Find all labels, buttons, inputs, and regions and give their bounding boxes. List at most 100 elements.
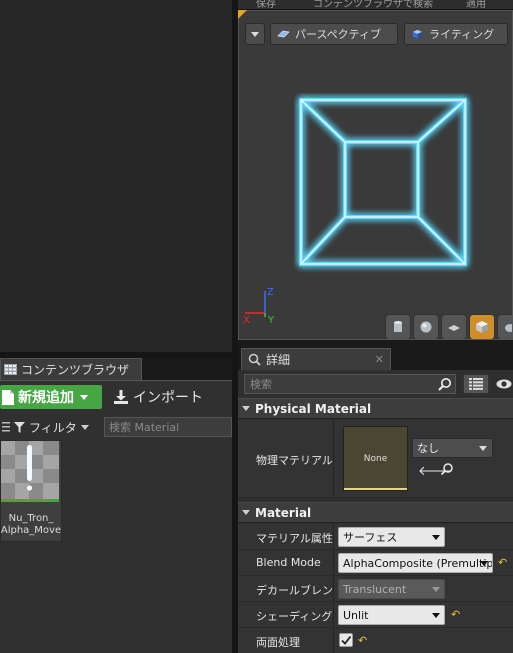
wireframe-cube-preview xyxy=(299,98,467,266)
shading-model-dropdown[interactable]: Unlit xyxy=(338,605,445,625)
preview-cube-button[interactable] xyxy=(469,314,495,339)
browse-search-icon[interactable] xyxy=(440,462,454,476)
grid-view-icon xyxy=(469,378,483,390)
sources-toggle-icon[interactable] xyxy=(2,421,10,433)
content-search-input[interactable]: 検索 Material xyxy=(104,417,232,437)
asset-name-line2: Alpha_Move xyxy=(0,525,62,536)
eye-icon xyxy=(496,379,511,389)
lit-cube-icon xyxy=(412,29,423,39)
reset-to-default-icon[interactable]: ↶ xyxy=(358,634,367,647)
preview-plane-button[interactable] xyxy=(441,314,467,339)
sphere-icon xyxy=(420,321,432,333)
import-label: インポート xyxy=(133,390,203,406)
perspective-icon xyxy=(277,30,290,38)
blend-mode-dropdown[interactable]: AlphaComposite (Premultipl xyxy=(338,553,493,573)
lighting-label: ライティング xyxy=(429,28,495,41)
chevron-down-icon xyxy=(432,535,440,540)
thumbnail-type-bar xyxy=(344,488,407,490)
perspective-label: パースペクティブ xyxy=(295,28,382,41)
new-file-icon xyxy=(2,389,14,405)
details-tab-label: 詳細 xyxy=(266,353,291,367)
physical-material-thumbnail[interactable]: None xyxy=(343,426,408,491)
editor-toolbar-strip: 保存 コンテンツブラウザで検索 適用 xyxy=(238,0,513,10)
import-button[interactable]: インポート xyxy=(108,385,232,409)
perspective-button[interactable]: パースペクティブ xyxy=(270,23,398,45)
close-icon[interactable]: ✕ xyxy=(375,353,384,366)
column-divider xyxy=(333,524,334,549)
toolbar-apply-label[interactable]: 適用 xyxy=(466,0,486,9)
section-material-title: Material xyxy=(255,505,312,520)
tab-content-browser[interactable]: コンテンツブラウザ xyxy=(0,358,142,380)
property-row-blend-mode: Blend Mode AlphaComposite (Premultipl ↶ xyxy=(238,550,513,576)
axis-x-label: X xyxy=(243,315,250,323)
details-search-input[interactable]: 検索 xyxy=(244,374,456,394)
two-sided-checkbox[interactable] xyxy=(339,633,353,647)
visibility-toggle[interactable] xyxy=(494,374,513,394)
toolbar-save-label[interactable]: 保存 xyxy=(256,0,276,9)
chevron-down-icon xyxy=(80,424,89,430)
cube-icon xyxy=(476,321,488,333)
filter-icon xyxy=(14,421,25,433)
asset-name: Nu_Tron_ Alpha_Move xyxy=(0,513,62,537)
reset-to-default-icon[interactable]: ↶ xyxy=(451,608,460,621)
preview-sphere-button[interactable] xyxy=(413,314,439,339)
asset-thumbnail xyxy=(1,441,59,499)
blend-mode-label: Blend Mode xyxy=(256,556,321,569)
cylinder-icon xyxy=(394,321,402,332)
column-divider xyxy=(333,576,334,601)
search-icon xyxy=(438,378,451,391)
toolbar-find-in-cb-label[interactable]: コンテンツブラウザで検索 xyxy=(313,0,433,9)
preview-teapot-button[interactable] xyxy=(497,314,512,339)
tab-details[interactable]: 詳細 ✕ xyxy=(241,348,391,370)
property-row-shading-model: シェーディング Unlit ↶ xyxy=(238,602,513,628)
asset-type-color-bar xyxy=(1,499,59,502)
preview-cylinder-button[interactable] xyxy=(385,314,411,339)
details-search-placeholder: 検索 xyxy=(250,378,272,391)
decal-blend-value: Translucent xyxy=(343,582,407,596)
material-domain-value: サーフェス xyxy=(343,531,398,544)
column-divider xyxy=(333,420,334,497)
preview-viewport[interactable]: パースペクティブ ライティング Z X Y xyxy=(238,10,513,340)
thumbnail-none-label: None xyxy=(363,453,388,464)
content-browser-icon xyxy=(4,364,17,375)
lighting-button[interactable]: ライティング xyxy=(404,23,508,45)
content-search-placeholder: 検索 Material xyxy=(109,421,180,434)
physical-material-picker[interactable]: なし xyxy=(412,438,493,458)
checkmark-icon xyxy=(341,635,352,645)
decal-blend-label: デカールブレンド xyxy=(256,584,334,597)
chevron-down-icon xyxy=(251,31,259,37)
two-sided-label: 両面処理 xyxy=(256,636,300,649)
chevron-down-icon xyxy=(480,561,488,566)
material-domain-dropdown[interactable]: サーフェス xyxy=(338,527,445,547)
filters-button[interactable]: フィルタ xyxy=(0,417,89,437)
column-divider xyxy=(333,628,334,653)
section-physical-material-title: Physical Material xyxy=(255,401,372,416)
shading-model-label: シェーディング xyxy=(256,610,333,623)
plane-icon xyxy=(448,325,460,331)
material-graph-panel[interactable] xyxy=(0,0,232,352)
physical-material-value: なし xyxy=(417,442,439,455)
axis-gizmo: Z X Y xyxy=(243,287,275,323)
viewport-corner-marker xyxy=(238,10,247,19)
asset-name-line1: Nu_Tron_ xyxy=(8,513,54,524)
chevron-down-icon xyxy=(242,510,250,515)
details-icon xyxy=(248,353,261,366)
column-divider xyxy=(333,550,334,575)
shading-model-value: Unlit xyxy=(343,608,369,622)
reset-to-default-icon[interactable]: ↶ xyxy=(498,556,507,569)
physical-material-label: 物理マテリアル xyxy=(256,454,333,467)
chevron-down-icon xyxy=(432,613,440,618)
blend-mode-value: AlphaComposite (Premultipl xyxy=(343,556,493,570)
section-material[interactable]: Material xyxy=(238,502,513,523)
section-physical-material[interactable]: Physical Material xyxy=(238,398,513,419)
teapot-icon xyxy=(505,324,512,332)
add-new-button[interactable]: 新規追加 xyxy=(0,385,102,409)
decal-blend-dropdown: Translucent xyxy=(338,579,445,599)
viewport-options-button[interactable] xyxy=(245,23,265,45)
property-row-decal-blend: デカールブレンド Translucent xyxy=(238,576,513,602)
view-options-button[interactable] xyxy=(463,374,489,394)
chevron-down-icon xyxy=(432,587,440,592)
content-browser-tabbar xyxy=(142,358,232,380)
column-divider xyxy=(333,602,334,627)
axis-z-label: Z xyxy=(267,287,274,298)
